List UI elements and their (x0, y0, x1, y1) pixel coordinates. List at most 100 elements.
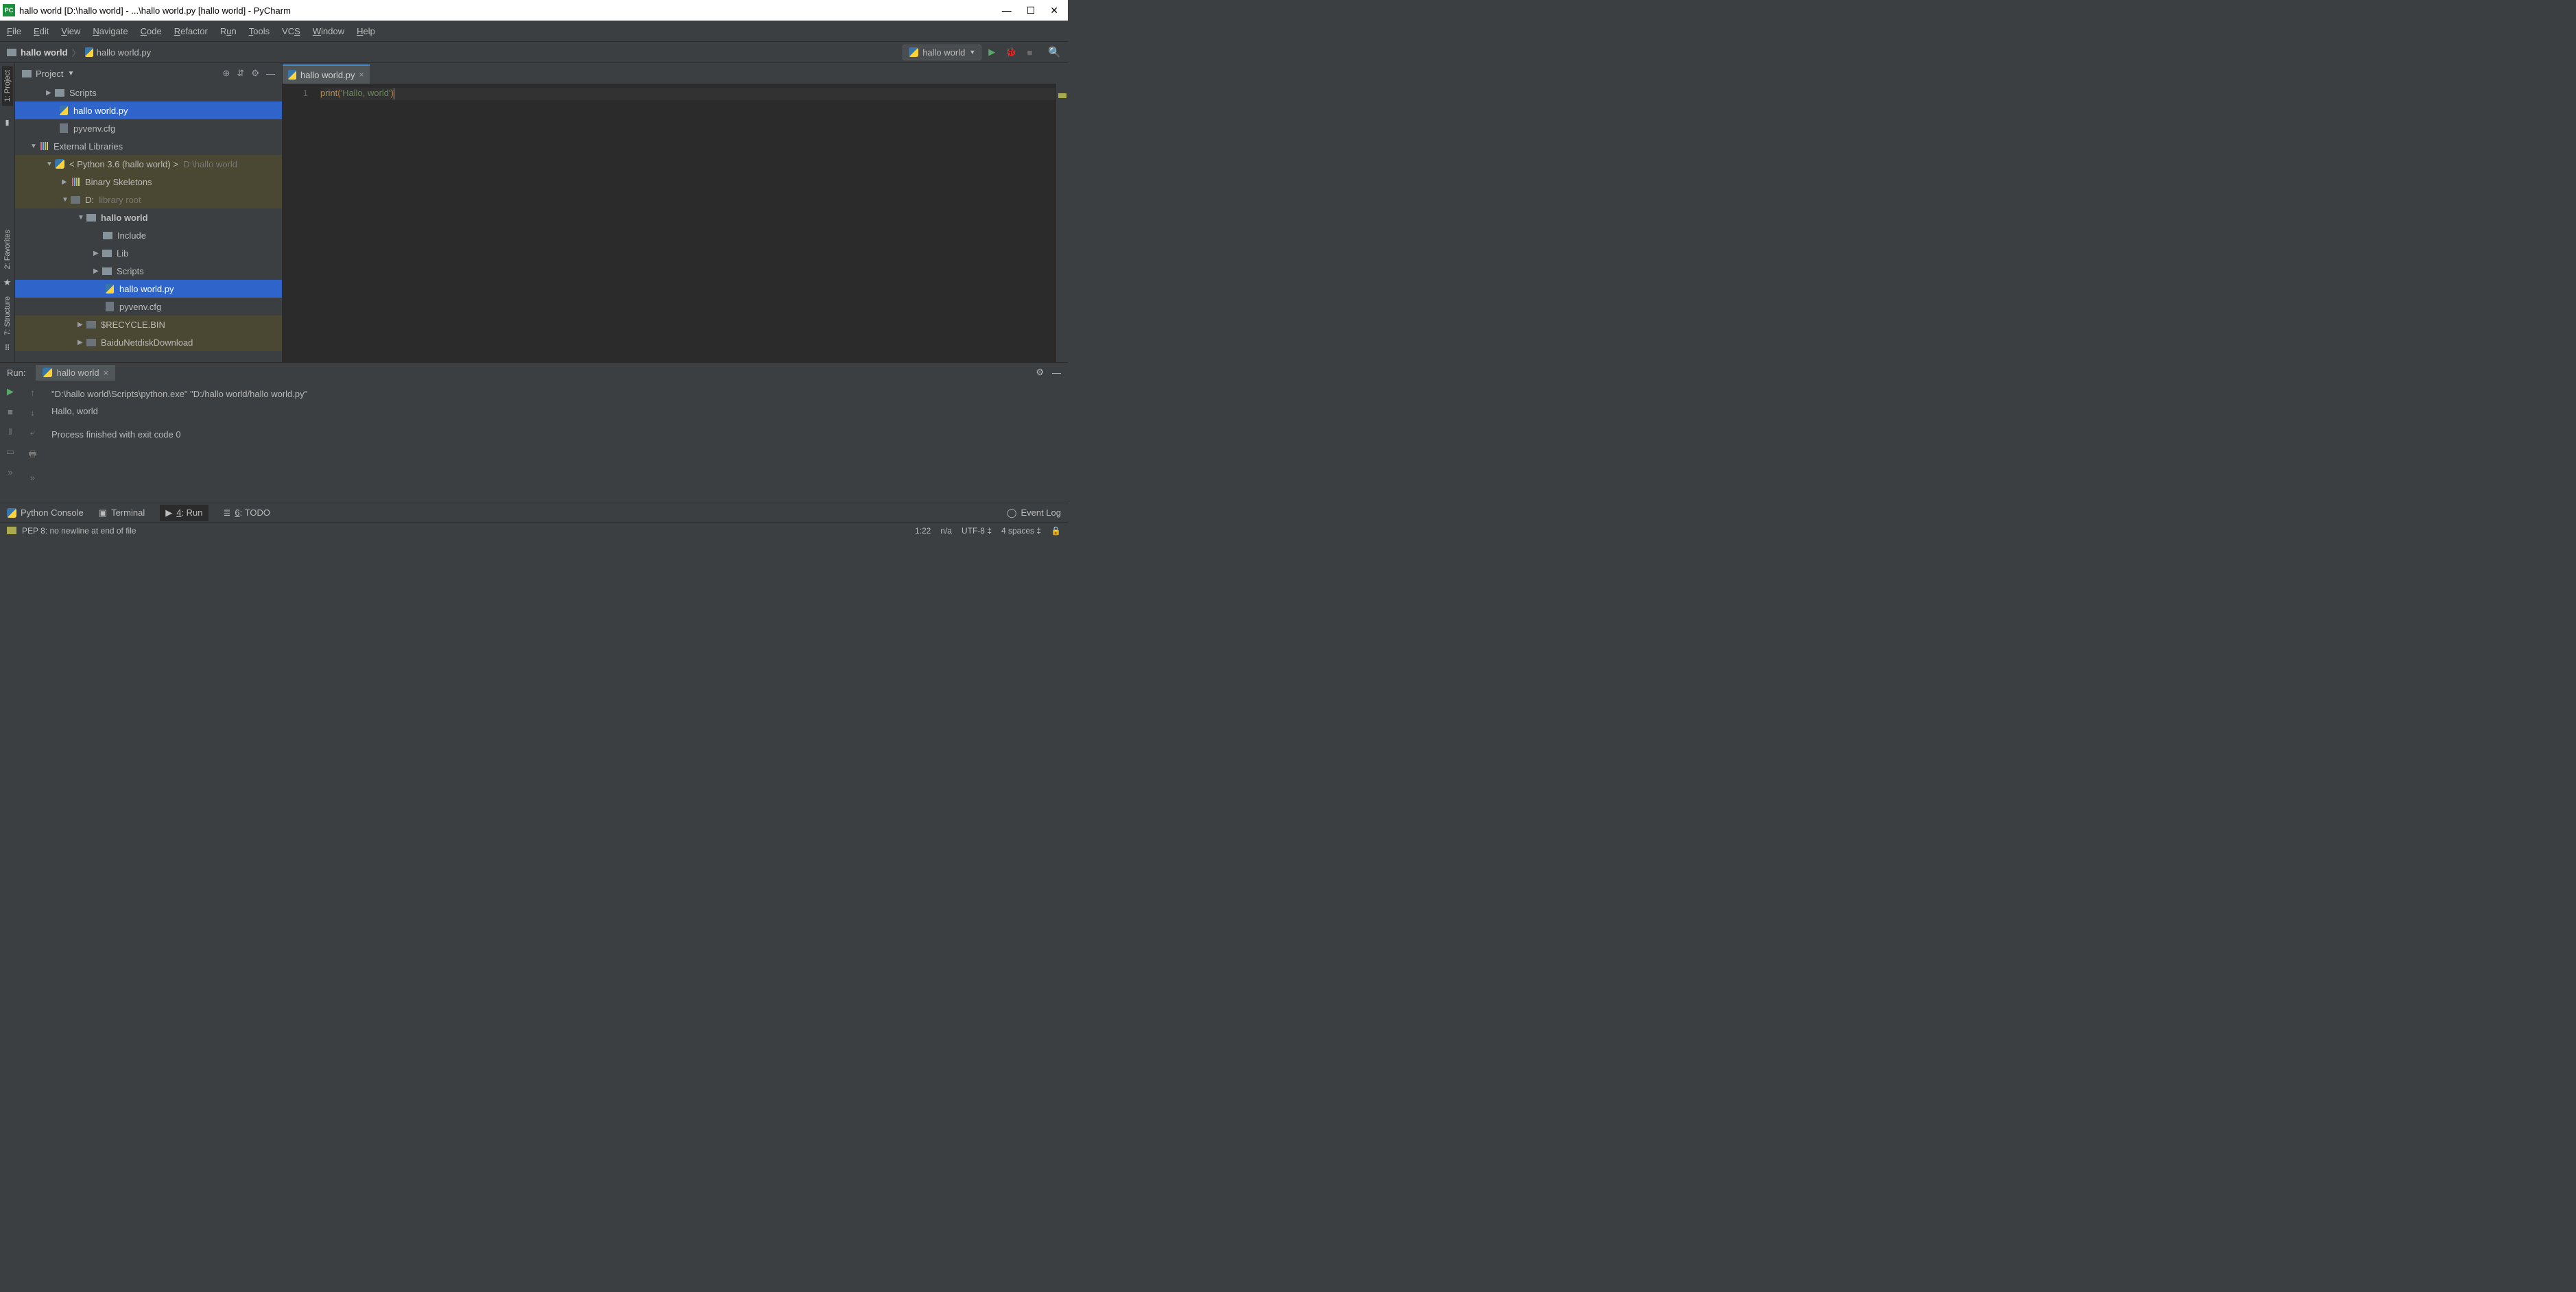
lock-icon[interactable]: 🔒 (1051, 526, 1061, 536)
tab-event-log[interactable]: ◯Event Log (1007, 507, 1061, 518)
breadcrumb-file[interactable]: hallo world.py (97, 47, 152, 58)
menu-file[interactable]: File (7, 26, 21, 36)
tab-label: hallo world.py (300, 70, 355, 80)
down-arrow-icon[interactable]: ↓ (30, 407, 35, 418)
tree-label: External Libraries (53, 141, 123, 152)
gear-icon[interactable]: ⚙ (1036, 367, 1044, 378)
cursor-position[interactable]: 1:22 (915, 526, 931, 536)
more-button[interactable]: » (8, 467, 12, 477)
tree-label: hallo world.py (119, 284, 174, 294)
collapse-icon[interactable]: ⇵ (237, 68, 244, 79)
menu-edit[interactable]: Edit (34, 26, 49, 36)
tree-label: Scripts (69, 88, 97, 98)
close-icon[interactable]: × (104, 368, 109, 378)
python-icon (43, 368, 52, 377)
tool-structure[interactable]: 7: Structure (2, 292, 13, 339)
breadcrumb-project[interactable]: hallo world (21, 47, 68, 58)
status-message: PEP 8: no newline at end of file (22, 526, 136, 536)
menu-tools[interactable]: Tools (249, 26, 270, 36)
run-config-label: hallo world (922, 47, 965, 58)
folder-icon (22, 70, 32, 77)
editor-tab-hallo-world[interactable]: hallo world.py × (283, 64, 370, 84)
close-tab-icon[interactable]: × (359, 70, 364, 80)
pause-button[interactable]: ‖ (8, 427, 12, 437)
up-arrow-icon[interactable]: ↑ (30, 387, 35, 398)
stop-button[interactable]: ■ (1027, 47, 1032, 58)
tree-item-d-drive[interactable]: ▼D: library root (15, 191, 282, 208)
project-tree[interactable]: ▶Scripts hallo world.py pyvenv.cfg ▼Exte… (15, 84, 282, 362)
line-number: 1 (283, 88, 308, 98)
menu-refactor[interactable]: Refactor (174, 26, 208, 36)
run-config-selector[interactable]: hallo world ▼ (903, 45, 981, 60)
wrap-icon[interactable]: ⤶ (30, 427, 35, 438)
code-content[interactable]: print('Hallo, world') (320, 84, 1056, 362)
menu-help[interactable]: Help (357, 26, 375, 36)
menu-window[interactable]: Window (313, 26, 344, 36)
tree-item-pyvenv2[interactable]: pyvenv.cfg (15, 298, 282, 315)
tab-python-console[interactable]: Python Console (7, 507, 84, 518)
tree-label: < Python 3.6 (hallo world) > (69, 159, 178, 169)
close-button[interactable]: ✕ (1050, 5, 1058, 16)
tree-item-baidu[interactable]: ▶BaiduNetdiskDownload (15, 333, 282, 351)
menu-code[interactable]: Code (141, 26, 162, 36)
minimize-button[interactable]: — (1002, 5, 1012, 16)
minimize-tool-button[interactable]: — (1052, 368, 1061, 378)
menu-navigate[interactable]: Navigate (93, 26, 128, 36)
editor-marker-bar[interactable] (1056, 84, 1068, 362)
rerun-button[interactable]: ▶ (7, 386, 14, 397)
menu-run[interactable]: Run (220, 26, 237, 36)
project-title[interactable]: Project (36, 69, 63, 79)
print-icon[interactable]: 🖶 (28, 448, 36, 463)
folder-icon (7, 49, 16, 56)
warning-marker[interactable] (1058, 93, 1066, 98)
file-encoding[interactable]: UTF-8 ‡ (962, 526, 992, 536)
tree-label: hallo world (101, 213, 148, 223)
tree-item-pyvenv[interactable]: pyvenv.cfg (15, 119, 282, 137)
stop-button[interactable]: ■ (8, 407, 13, 417)
python-file-icon (85, 47, 93, 57)
run-console[interactable]: "D:\hallo world\Scripts\python.exe" "D:/… (45, 382, 1068, 503)
locate-icon[interactable]: ⊕ (223, 68, 230, 79)
menu-view[interactable]: View (61, 26, 80, 36)
tree-item-hallo-world-py2[interactable]: hallo world.py (15, 280, 282, 298)
tree-hint: library root (99, 195, 141, 205)
maximize-button[interactable]: ☐ (1027, 5, 1036, 16)
tree-item-lib[interactable]: ▶Lib (15, 244, 282, 262)
tree-item-recycle-bin[interactable]: ▶$RECYCLE.BIN (15, 315, 282, 333)
chevron-down-icon[interactable]: ▼ (67, 70, 74, 77)
tree-label: $RECYCLE.BIN (101, 320, 165, 330)
search-button[interactable]: 🔍 (1048, 46, 1061, 58)
indent-setting[interactable]: 4 spaces ‡ (1001, 526, 1041, 536)
gear-icon[interactable]: ⚙ (251, 68, 259, 79)
more-button[interactable]: » (30, 472, 35, 483)
python-icon (909, 47, 918, 57)
code-editor[interactable]: 1 print('Hallo, world') (283, 84, 1068, 362)
menu-vcs[interactable]: VCS (282, 26, 300, 36)
warning-icon[interactable] (7, 527, 16, 534)
tree-item-include[interactable]: Include (15, 226, 282, 244)
tree-item-hallo-world-folder[interactable]: ▼hallo world (15, 208, 282, 226)
editor-tabs: hallo world.py × (283, 63, 1068, 84)
layout-button[interactable]: ▭ (6, 446, 14, 457)
tree-item-hallo-world-py[interactable]: hallo world.py (15, 101, 282, 119)
tool-favorites[interactable]: 2: Favorites (2, 226, 13, 273)
line-separator[interactable]: n/a (940, 526, 952, 536)
tab-todo[interactable]: ≣6: TODO (224, 507, 270, 518)
run-tab[interactable]: hallo world × (36, 365, 115, 381)
tab-run[interactable]: ▶4: Run (160, 505, 208, 521)
tree-item-scripts2[interactable]: ▶Scripts (15, 262, 282, 280)
debug-button[interactable]: 🐞 (1005, 47, 1016, 58)
tree-item-python-interpreter[interactable]: ▼< Python 3.6 (hallo world) > D:\hallo w… (15, 155, 282, 173)
tool-project[interactable]: 1: Project (2, 66, 13, 106)
run-button[interactable]: ▶ (988, 47, 995, 58)
tree-item-scripts[interactable]: ▶Scripts (15, 84, 282, 101)
tab-terminal[interactable]: ▣Terminal (99, 507, 145, 518)
python-icon (7, 508, 16, 518)
status-bar: PEP 8: no newline at end of file 1:22 n/… (0, 522, 1068, 538)
tree-item-external-libraries[interactable]: ▼External Libraries (15, 137, 282, 155)
tab-label: Event Log (1021, 507, 1061, 518)
gutter: 1 (283, 84, 320, 362)
left-tool-rail: 1: Project ▮ 2: Favorites ★ 7: Structure… (0, 63, 15, 362)
tree-item-binary-skeletons[interactable]: ▶Binary Skeletons (15, 173, 282, 191)
minimize-tool-button[interactable]: — (266, 69, 275, 79)
